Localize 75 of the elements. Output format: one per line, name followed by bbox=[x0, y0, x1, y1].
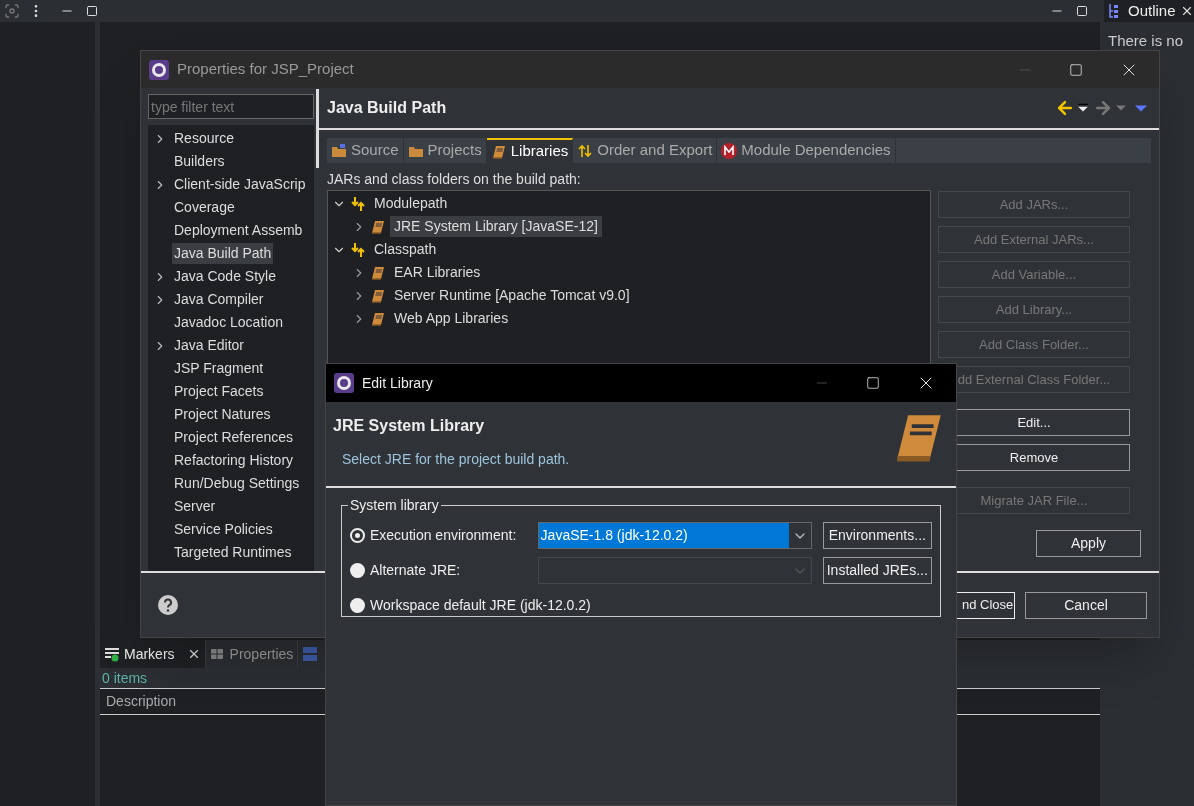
nav-item[interactable]: Refactoring History bbox=[172, 450, 296, 471]
dialog-button[interactable]: Cancel bbox=[1025, 591, 1147, 619]
option-button[interactable]: Installed JREs... bbox=[822, 557, 932, 584]
book-icon bbox=[490, 143, 507, 160]
panel-tab[interactable]: Properties bbox=[205, 640, 299, 668]
nav-item[interactable]: Client-side JavaScrip bbox=[172, 174, 308, 195]
nav-item[interactable]: Java Compiler bbox=[172, 289, 266, 310]
tree-item[interactable]: JRE System Library [JavaSE-12] bbox=[390, 216, 602, 237]
tab[interactable]: Projects bbox=[403, 138, 487, 163]
nav-item[interactable]: Resource bbox=[172, 128, 236, 149]
arrows-icon bbox=[350, 241, 366, 258]
outline-tab[interactable]: Outline bbox=[1104, 0, 1194, 22]
nav-item[interactable]: Run/Debug Settings bbox=[172, 473, 302, 494]
maximize-icon[interactable] bbox=[86, 5, 98, 17]
item-count: 0 items bbox=[101, 669, 149, 688]
tab[interactable]: Source bbox=[327, 138, 404, 163]
tree-item[interactable]: Modulepath bbox=[370, 193, 452, 214]
tree-item[interactable]: EAR Libraries bbox=[390, 262, 485, 283]
outline-message: There is no bbox=[1108, 32, 1184, 49]
window-title: Edit Library bbox=[362, 373, 434, 393]
option-label[interactable]: Execution environment: bbox=[370, 525, 532, 546]
gear-icon bbox=[334, 373, 354, 393]
radio-button[interactable] bbox=[350, 528, 365, 543]
module-icon bbox=[721, 142, 738, 159]
filter-field[interactable]: type filter text bbox=[148, 94, 314, 119]
option-button[interactable]: Environments... bbox=[822, 522, 932, 549]
nav-item[interactable]: Service Policies bbox=[172, 519, 275, 540]
dialog-description: Select JRE for the project build path. bbox=[341, 450, 571, 469]
panel-tab[interactable]: Markers bbox=[100, 640, 206, 668]
tree-item[interactable]: Classpath bbox=[370, 239, 441, 260]
nav-item[interactable]: Javadoc Location bbox=[172, 312, 285, 333]
tree-item[interactable]: Server Runtime [Apache Tomcat v9.0] bbox=[390, 285, 634, 306]
book-icon bbox=[370, 310, 386, 327]
maximize-icon[interactable] bbox=[1069, 62, 1083, 77]
tab[interactable]: Module Dependencies bbox=[717, 138, 896, 163]
help-icon[interactable] bbox=[158, 595, 178, 615]
nav-item[interactable]: Coverage bbox=[172, 197, 237, 218]
nav-item[interactable]: Project Facets bbox=[172, 381, 266, 402]
column-header[interactable]: Description bbox=[100, 691, 177, 712]
nav-item[interactable]: Server bbox=[172, 496, 218, 517]
nav-item[interactable]: Java Editor bbox=[172, 335, 247, 356]
nav-item[interactable]: Project References bbox=[172, 427, 296, 448]
nav-item[interactable]: JSP Fragment bbox=[172, 358, 266, 379]
arrows-icon bbox=[350, 195, 366, 212]
gear-icon bbox=[149, 59, 169, 80]
option-label[interactable]: Alternate JRE: bbox=[370, 560, 532, 581]
list-check-icon bbox=[104, 646, 120, 662]
book-icon bbox=[370, 264, 386, 281]
table-icon bbox=[209, 646, 226, 662]
nav-item[interactable]: Project Natures bbox=[172, 404, 273, 425]
nav-item[interactable]: Deployment Assemb bbox=[172, 220, 305, 241]
jre-combo[interactable]: JavaSE-1.8 (jdk-12.0.2) bbox=[537, 522, 812, 549]
window-title: Properties for JSP_Project bbox=[177, 59, 355, 80]
swap-icon bbox=[577, 142, 594, 159]
apply-button[interactable]: Apply bbox=[1036, 530, 1141, 557]
list-label: JARs and class folders on the build path: bbox=[327, 170, 582, 189]
radio-button[interactable] bbox=[350, 563, 365, 578]
nav-item[interactable]: Java Code Style bbox=[172, 266, 278, 287]
nav-item[interactable]: Builders bbox=[172, 151, 227, 172]
maximize-icon[interactable] bbox=[866, 376, 880, 390]
nav-item[interactable]: Targeted Runtimes bbox=[172, 542, 294, 563]
book-icon bbox=[370, 218, 386, 235]
maximize-icon[interactable] bbox=[1076, 5, 1088, 17]
nav-item[interactable]: Java Build Path bbox=[172, 243, 274, 264]
book-icon bbox=[370, 287, 386, 304]
focus-icon[interactable] bbox=[4, 3, 20, 19]
tab[interactable]: Libraries bbox=[486, 138, 574, 163]
page-title: Java Build Path bbox=[327, 98, 448, 118]
caret-icon[interactable] bbox=[1077, 102, 1089, 114]
dialog-heading: JRE System Library bbox=[333, 416, 486, 436]
radio-button[interactable] bbox=[350, 598, 365, 613]
folder-icon bbox=[331, 142, 347, 159]
tab[interactable]: Order and Export bbox=[573, 138, 718, 163]
option-label[interactable]: Workspace default JRE (jdk-12.0.2) bbox=[370, 595, 591, 616]
tree-item[interactable]: Web App Libraries bbox=[390, 308, 513, 329]
